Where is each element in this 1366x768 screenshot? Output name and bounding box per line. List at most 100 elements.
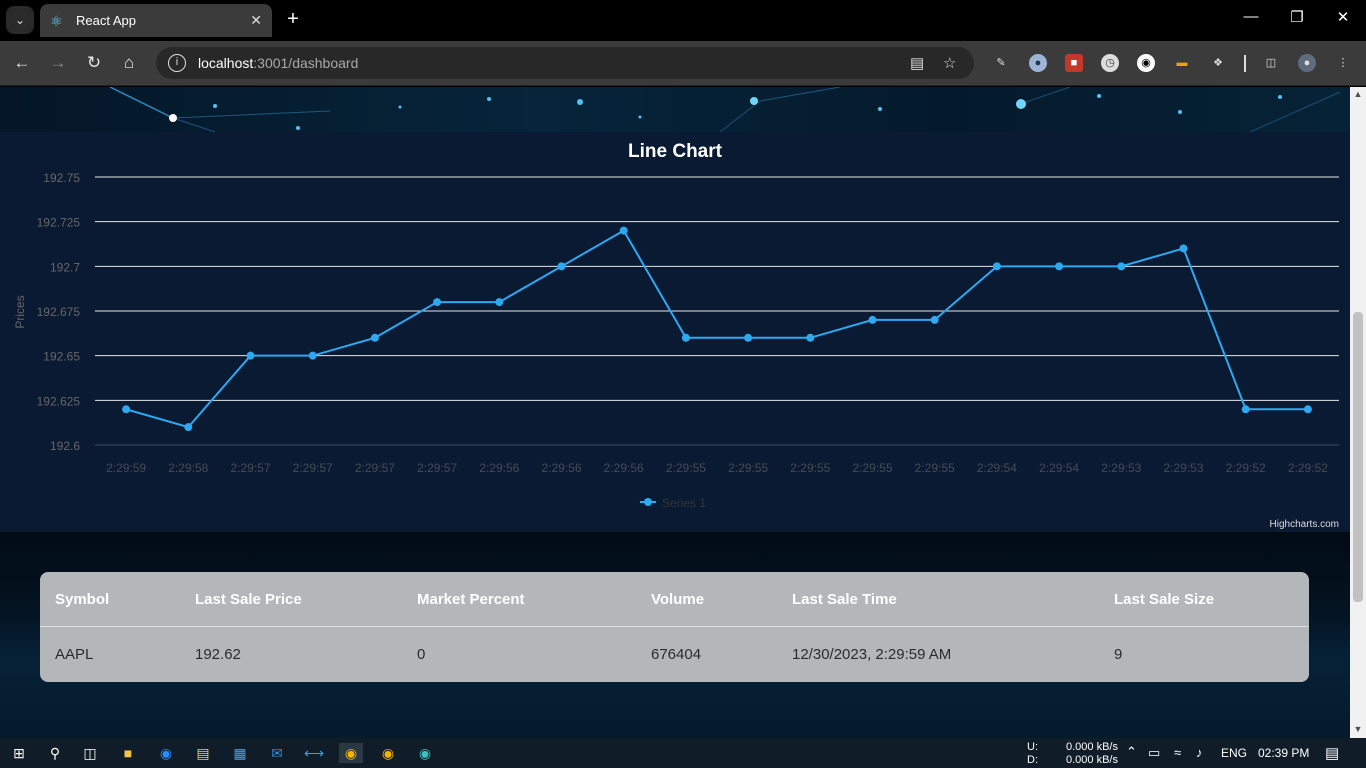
browser-toolbar: ← → ↻ ⌂ i localhost:3001/dashboard ▤ ☆ ✎… — [0, 41, 1366, 86]
browser-tab-strip: ⌄ ⚛ React App ✕ + — ❐ ✕ — [0, 0, 1366, 41]
x-tick-label: 2:29:59 — [106, 461, 146, 475]
data-point[interactable] — [1179, 244, 1188, 253]
data-point[interactable] — [308, 351, 317, 360]
series-line[interactable] — [125, 229, 1308, 429]
site-info-icon[interactable]: i — [168, 54, 186, 72]
extension-icon-white[interactable]: ◉ — [1137, 54, 1155, 72]
data-point[interactable] — [681, 333, 690, 342]
scroll-thumb[interactable] — [1353, 312, 1363, 602]
data-point[interactable] — [1303, 405, 1312, 414]
edge-icon[interactable]: ◉ — [415, 743, 435, 763]
mail-icon[interactable]: ✉ — [267, 743, 287, 763]
data-point[interactable] — [619, 226, 628, 235]
extension-icon-red[interactable]: ■ — [1065, 54, 1083, 72]
close-tab-icon[interactable]: ✕ — [250, 12, 262, 29]
back-button[interactable]: ← — [11, 53, 33, 73]
chrome-icon[interactable]: ◉ — [339, 743, 363, 763]
x-tick-label: 2:29:57 — [417, 461, 457, 475]
cell-last-sale-time: 12/30/2023, 2:29:59 AM — [792, 646, 952, 663]
scroll-down-arrow-icon[interactable]: ▼ — [1350, 724, 1366, 734]
data-point[interactable] — [557, 262, 566, 271]
x-tick-label: 2:29:57 — [355, 461, 395, 475]
data-point[interactable] — [184, 423, 193, 432]
reload-button[interactable]: ↻ — [83, 53, 105, 73]
notifications-icon[interactable]: ▤ — [1325, 744, 1339, 762]
scroll-up-arrow-icon[interactable]: ▲ — [1350, 89, 1366, 99]
eyedropper-extension-icon[interactable]: ✎ — [992, 54, 1010, 72]
profile-avatar[interactable]: ● — [1298, 54, 1316, 72]
y-tick-label: 192.7 — [50, 260, 80, 274]
data-point[interactable] — [370, 333, 379, 342]
microsoft-store-icon[interactable]: ▦ — [230, 743, 250, 763]
bookmark-star-icon[interactable]: ☆ — [943, 54, 956, 72]
extension-icon-gauge[interactable]: ◷ — [1101, 54, 1119, 72]
data-point[interactable] — [868, 315, 877, 324]
windows-start-icon[interactable]: ⊞ — [9, 743, 29, 763]
browser-menu-icon[interactable]: ⋮ — [1334, 54, 1352, 72]
new-tab-button[interactable]: + — [282, 8, 304, 31]
y-tick-label: 192.675 — [37, 305, 81, 319]
cell-market-percent: 0 — [417, 646, 426, 663]
cell-last-sale-price: 192.62 — [195, 646, 241, 663]
search-icon[interactable]: ⚲ — [45, 743, 65, 763]
y-tick-label: 192.625 — [37, 394, 81, 408]
language-indicator[interactable]: ENG — [1221, 746, 1247, 760]
page-scrollbar[interactable]: ▲ ▼ — [1350, 87, 1366, 738]
side-panel-icon[interactable]: ◫ — [1262, 54, 1280, 72]
chart-legend[interactable]: Series 1 — [640, 496, 706, 510]
zoom-icon[interactable]: ◉ — [156, 743, 176, 763]
y-tick-label: 192.75 — [43, 171, 80, 185]
data-point[interactable] — [806, 333, 815, 342]
x-tick-label: 2:29:53 — [1163, 461, 1203, 475]
windows-taskbar: ⊞ ⚲ ◫ ■ ◉ ▤ ▦ ✉ ⟷ ◉ ◉ ◉ U: D: 0.000 kB/s… — [0, 738, 1366, 768]
x-tick-label: 2:29:55 — [790, 461, 830, 475]
tray-chevron-up-icon[interactable]: ⌃ — [1126, 744, 1137, 760]
data-point[interactable] — [930, 315, 939, 324]
page-viewport: Line Chart Prices 192.6 192.625 192.65 192.… — [0, 87, 1350, 738]
toolbar-divider — [1244, 55, 1246, 72]
data-point[interactable] — [246, 351, 255, 360]
battery-icon[interactable]: ▭ — [1148, 745, 1160, 761]
home-button[interactable]: ⌂ — [118, 53, 140, 73]
task-view-icon[interactable]: ◫ — [80, 743, 100, 763]
extensions-puzzle-icon[interactable]: ❖ — [1209, 54, 1227, 72]
hero-network-graphic — [109, 87, 1341, 133]
x-tick-label: 2:29:55 — [666, 461, 706, 475]
data-point[interactable] — [122, 405, 131, 414]
clock[interactable]: 02:39 PM — [1258, 746, 1309, 760]
restore-button[interactable]: ❐ — [1282, 8, 1312, 26]
chrome-profile-icon[interactable]: ◉ — [378, 743, 398, 763]
vscode-icon[interactable]: ⟷ — [304, 743, 324, 763]
y-tick-label: 192.6 — [50, 439, 80, 453]
header-volume: Volume — [651, 591, 705, 608]
x-tick-label: 2:29:57 — [293, 461, 333, 475]
url-path: :3001/dashboard — [253, 55, 359, 71]
browser-tab-active[interactable]: ⚛ React App ✕ — [40, 4, 272, 37]
net-down-speed: 0.000 kB/s — [1066, 754, 1118, 766]
minimize-button[interactable]: — — [1236, 8, 1266, 25]
tab-title: React App — [76, 13, 136, 28]
extension-icon-yellow[interactable]: ▬ — [1173, 54, 1191, 72]
notepad-icon[interactable]: ▤ — [193, 743, 213, 763]
data-point[interactable] — [1055, 262, 1064, 271]
x-tick-label: 2:29:52 — [1226, 461, 1266, 475]
install-app-icon[interactable]: ▤ — [910, 54, 924, 72]
wifi-icon[interactable]: ≈ — [1174, 745, 1181, 760]
data-point[interactable] — [992, 262, 1001, 271]
close-window-button[interactable]: ✕ — [1328, 8, 1358, 26]
table-divider — [40, 626, 1309, 627]
file-explorer-icon[interactable]: ■ — [118, 743, 138, 763]
data-point[interactable] — [1241, 405, 1250, 414]
data-point[interactable] — [433, 298, 442, 307]
tab-search-button[interactable]: ⌄ — [6, 6, 34, 34]
forward-button[interactable]: → — [47, 53, 69, 73]
highcharts-credits[interactable]: Highcharts.com — [1270, 519, 1339, 530]
net-down-label: D: — [1027, 754, 1038, 766]
data-point[interactable] — [744, 333, 753, 342]
data-point[interactable] — [495, 298, 504, 307]
volume-icon[interactable]: ♪ — [1196, 745, 1203, 760]
data-point[interactable] — [1117, 262, 1126, 271]
extension-icon-blue[interactable]: ● — [1029, 54, 1047, 72]
header-last-sale-price: Last Sale Price — [195, 591, 302, 608]
address-bar[interactable]: i localhost:3001/dashboard ▤ ☆ — [156, 47, 974, 79]
